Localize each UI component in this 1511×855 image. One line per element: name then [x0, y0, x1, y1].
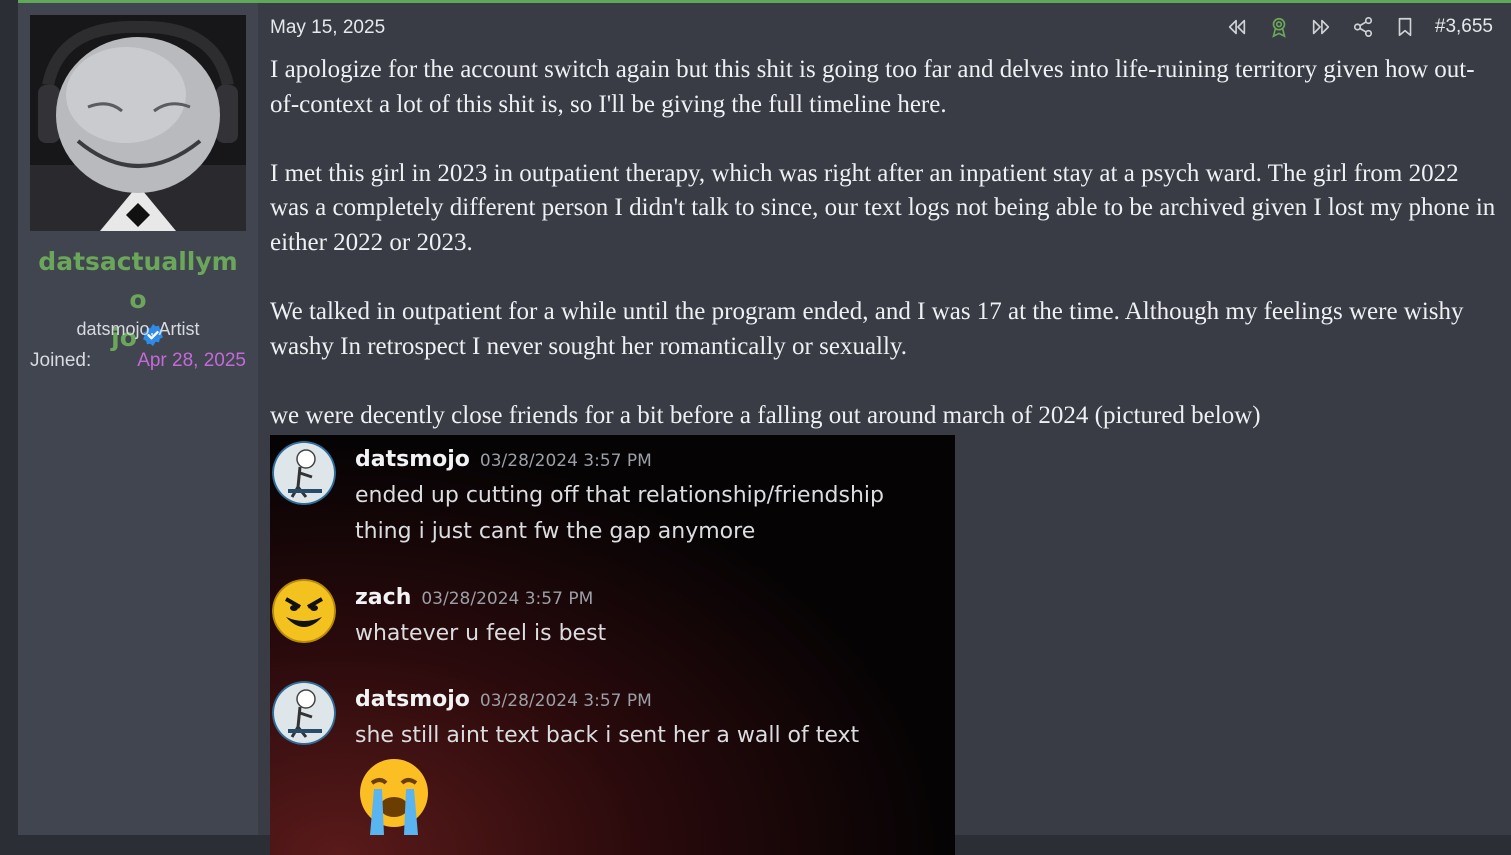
chat-author: zach 03/28/2024 3:57 PM [355, 585, 593, 610]
chat-message-text: ended up cutting off that relationship/f… [355, 483, 884, 508]
post-body: I apologize for the account switch again… [270, 53, 1497, 434]
bookmark-icon[interactable] [1393, 15, 1417, 39]
chat-message-text: she still aint text back i sent her a wa… [355, 723, 860, 748]
post-paragraph: we were decently close friends for a bit… [270, 401, 1261, 429]
joined-info: Joined: Apr 28, 2025 [30, 350, 246, 372]
chat-author-name: zach [355, 585, 412, 610]
joined-label: Joined: [30, 350, 92, 371]
rewind-icon[interactable] [1225, 15, 1249, 39]
chat-author: datsmojo 03/28/2024 3:57 PM [355, 687, 652, 712]
post-paragraph: I met this girl in 2023 in outpatient th… [270, 159, 1496, 256]
chat-message-text: thing i just cant fw the gap anymore [355, 519, 756, 544]
joined-date: Apr 28, 2025 [137, 350, 246, 371]
chat-message-text: whatever u feel is best [355, 621, 607, 646]
username-part1[interactable]: datsactuallymo [38, 247, 237, 314]
chat-avatar-datsmojo [272, 441, 336, 505]
forum-post: datsactuallymo jo datsmojo, Artist Joine… [18, 3, 1511, 855]
chat-timestamp: 03/28/2024 3:57 PM [479, 451, 652, 471]
avatar[interactable] [30, 15, 246, 231]
crying-emoji-icon [354, 755, 434, 839]
chat-avatar-zach [272, 579, 336, 643]
chat-author-name: datsmojo [355, 447, 470, 472]
user-title: datsmojo, Artist [76, 319, 200, 339]
chat-author: datsmojo 03/28/2024 3:57 PM [355, 447, 652, 472]
user-sidebar: datsactuallymo jo datsmojo, Artist Joine… [18, 3, 258, 835]
chat-timestamp: 03/28/2024 3:57 PM [421, 589, 594, 609]
chat-timestamp: 03/28/2024 3:57 PM [479, 691, 652, 711]
post-number-link[interactable]: #3,655 [1435, 16, 1493, 38]
post-paragraph: We talked in outpatient for a while unti… [270, 298, 1464, 360]
chat-avatar-datsmojo [272, 681, 336, 745]
embedded-chat-screenshot[interactable]: datsmojo 03/28/2024 3:57 PM ended up cutt… [270, 435, 955, 855]
share-icon[interactable] [1351, 15, 1375, 39]
post-date[interactable]: May 15, 2025 [270, 17, 385, 39]
post-actions: #3,655 [1225, 15, 1493, 39]
fast-forward-icon[interactable] [1309, 15, 1333, 39]
post-paragraph: I apologize for the account switch again… [270, 56, 1475, 118]
chat-author-name: datsmojo [355, 687, 470, 712]
award-icon[interactable] [1267, 15, 1291, 39]
post-main: May 15, 2025 #3,655 I apologize for the … [258, 3, 1511, 855]
username[interactable]: datsactuallymo jo [18, 243, 258, 358]
